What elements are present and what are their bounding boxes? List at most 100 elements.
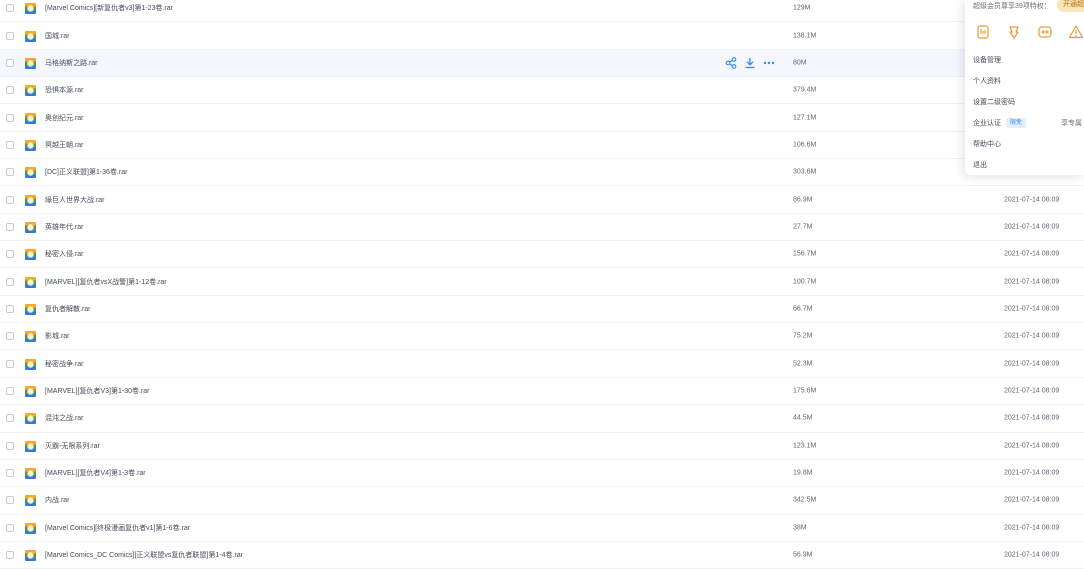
table-row[interactable]: [MARVEL][复仇者vsX战警]第1-12卷.rar 100.7M 2021… [0,268,1084,296]
file-name[interactable]: [DC]正义联盟]第1-36卷.rar [45,167,127,177]
speed-icon[interactable] [975,24,991,40]
file-name[interactable]: [Marvel Comics][终极漫画复仇者v1]第1-6卷.rar [45,523,190,533]
file-name[interactable]: 影城.rar [45,331,70,341]
rar-file-icon [25,303,36,315]
info-icon[interactable] [1068,24,1084,40]
row-checkbox[interactable] [6,469,14,478]
table-row[interactable]: 英雄年代.rar 27.7M 2021-07-14 08:09 [0,214,1084,242]
rar-file-icon [25,331,36,343]
row-checkbox[interactable] [6,58,14,67]
rar-file-icon [25,30,36,42]
table-row[interactable]: [Marvel Comics][终极漫画复仇者v1]第1-6卷.rar 38M … [0,515,1084,542]
share-icon[interactable] [725,57,737,69]
open-vip-button[interactable]: 开通超 [1057,0,1084,12]
table-row[interactable]: 冥越王朝.rar 106.6M [0,132,1084,160]
rar-file-icon [25,358,36,370]
file-name[interactable]: 混沌之战.rar [45,413,84,423]
row-checkbox[interactable] [6,31,14,40]
rar-file-icon [25,194,36,206]
row-checkbox[interactable] [6,359,14,368]
row-checkbox[interactable] [6,523,14,532]
row-checkbox[interactable] [6,332,14,341]
row-checkbox[interactable] [6,304,14,313]
file-name[interactable]: 秘密入侵.rar [45,249,84,259]
menu-item-logout[interactable]: 退出 [973,158,1084,179]
file-size: 379.4M [793,86,817,94]
file-date: 2021-07-14 08:09 [1004,524,1060,532]
table-row[interactable]: 国城.rar 138.1M [0,22,1084,50]
file-name[interactable]: 恐惧本源.rar [45,85,84,95]
file-name[interactable]: [Marvel Comics][新复仇者v3]第1-23卷.rar [45,3,173,13]
table-row[interactable]: 影城.rar 75.2M 2021-07-14 08:09 [0,323,1084,351]
file-size: 123.1M [793,442,817,450]
table-row[interactable]: 秘密入侵.rar 156.7M 2021-07-14 08:09 [0,241,1084,269]
file-name[interactable]: 秘密战争.rar [45,359,84,369]
rar-file-icon [25,112,36,124]
file-size: 138.1M [793,32,817,40]
row-checkbox[interactable] [6,4,14,13]
table-row[interactable]: 混沌之战.rar 44.5M 2021-07-14 08:09 [0,405,1084,433]
file-name[interactable]: 内战.rar [45,495,70,505]
file-name[interactable]: 灭霸-无限系列.rar [45,441,100,451]
file-size: 75.2M [793,332,813,340]
row-checkbox[interactable] [6,551,14,560]
free-badge: 限免 [1006,118,1027,128]
rar-file-icon [25,468,36,480]
table-row[interactable]: [MARVEL][复仇者V3]第1-30卷.rar 175.6M 2021-07… [0,378,1084,406]
table-row[interactable]: 綠巨人世界大战.rar 86.9M 2021-07-14 08:09 [0,186,1084,214]
file-name[interactable]: [MARVEL][复仇者V4]第1-3卷.rar [45,468,146,478]
row-checkbox[interactable] [6,140,14,149]
video-icon[interactable] [1037,24,1053,40]
file-date: 2021-07-14 08:09 [1004,551,1060,559]
table-row[interactable]: 秘密战争.rar 52.3M 2021-07-14 08:09 [0,350,1084,378]
file-size: 106.6M [793,141,817,149]
row-checkbox[interactable] [6,277,14,286]
table-row[interactable]: 复仇者解散.rar 66.7M 2021-07-14 08:09 [0,296,1084,324]
menu-item-device-management[interactable]: 设备管理 [973,53,1084,74]
table-row[interactable]: [DC]正义联盟]第1-36卷.rar 303.6M [0,159,1084,187]
rar-file-icon [25,522,36,534]
table-row[interactable]: 奥创纪元.rar 127.1M [0,104,1084,132]
file-name[interactable]: [MARVEL][复仇者V3]第1-30卷.rar [45,386,150,396]
menu-item-help[interactable]: 帮助中心 [973,137,1084,158]
menu-item-second-password[interactable]: 设置二级密码 [973,95,1084,116]
row-checkbox[interactable] [6,195,14,204]
file-name[interactable]: 奥创纪元.rar [45,113,84,123]
table-row[interactable]: [MARVEL][复仇者V4]第1-3卷.rar 19.8M 2021-07-1… [0,460,1084,488]
row-checkbox[interactable] [6,386,14,395]
file-name[interactable]: 冥越王朝.rar [45,140,84,150]
row-checkbox[interactable] [6,496,14,505]
row-checkbox[interactable] [6,414,14,423]
file-name[interactable]: [Marvel Comics_DC Comics][正义联盟vs复仇者联盟]第1… [45,550,243,560]
table-row[interactable]: 恐惧本源.rar 379.4M [0,77,1084,105]
table-row[interactable]: [Marvel Comics][新复仇者v3]第1-23卷.rar 129M [0,0,1084,23]
row-checkbox[interactable] [6,250,14,259]
file-name[interactable]: 马格纳斯之路.rar [45,58,98,68]
table-row[interactable]: 内战.rar 342.5M 2021-07-14 08:09 [0,487,1084,515]
file-size: 80M [793,59,807,67]
file-name[interactable]: 綠巨人世界大战.rar [45,195,105,205]
download-speed-icon[interactable] [1006,24,1022,40]
file-size: 127.1M [793,114,817,122]
table-row-hovered[interactable]: 马格纳斯之路.rar 80M [0,49,1084,78]
more-icon[interactable] [763,57,775,69]
vip-perks [975,24,1084,40]
row-checkbox[interactable] [6,113,14,122]
rar-file-icon [25,550,36,562]
row-checkbox[interactable] [6,222,14,231]
row-checkbox[interactable] [6,168,14,177]
rar-file-icon [25,167,36,179]
menu-item-enterprise[interactable]: 企业认证 限免 享专属 [973,116,1084,137]
table-row[interactable]: 灭霸-无限系列.rar 123.1M 2021-07-14 08:09 [0,433,1084,460]
file-list: [Marvel Comics][新复仇者v3]第1-23卷.rar 129M 国… [0,0,1084,569]
row-checkbox[interactable] [6,86,14,95]
row-checkbox[interactable] [6,441,14,450]
file-size: 56.9M [793,551,813,559]
file-name[interactable]: 国城.rar [45,31,70,41]
table-row[interactable]: [Marvel Comics_DC Comics][正义联盟vs复仇者联盟]第1… [0,542,1084,569]
file-name[interactable]: 英雄年代.rar [45,222,84,232]
download-icon[interactable] [744,57,756,69]
menu-item-profile[interactable]: 个人资料 [973,74,1084,95]
file-name[interactable]: [MARVEL][复仇者vsX战警]第1-12卷.rar [45,277,167,287]
file-name[interactable]: 复仇者解散.rar [45,304,91,314]
